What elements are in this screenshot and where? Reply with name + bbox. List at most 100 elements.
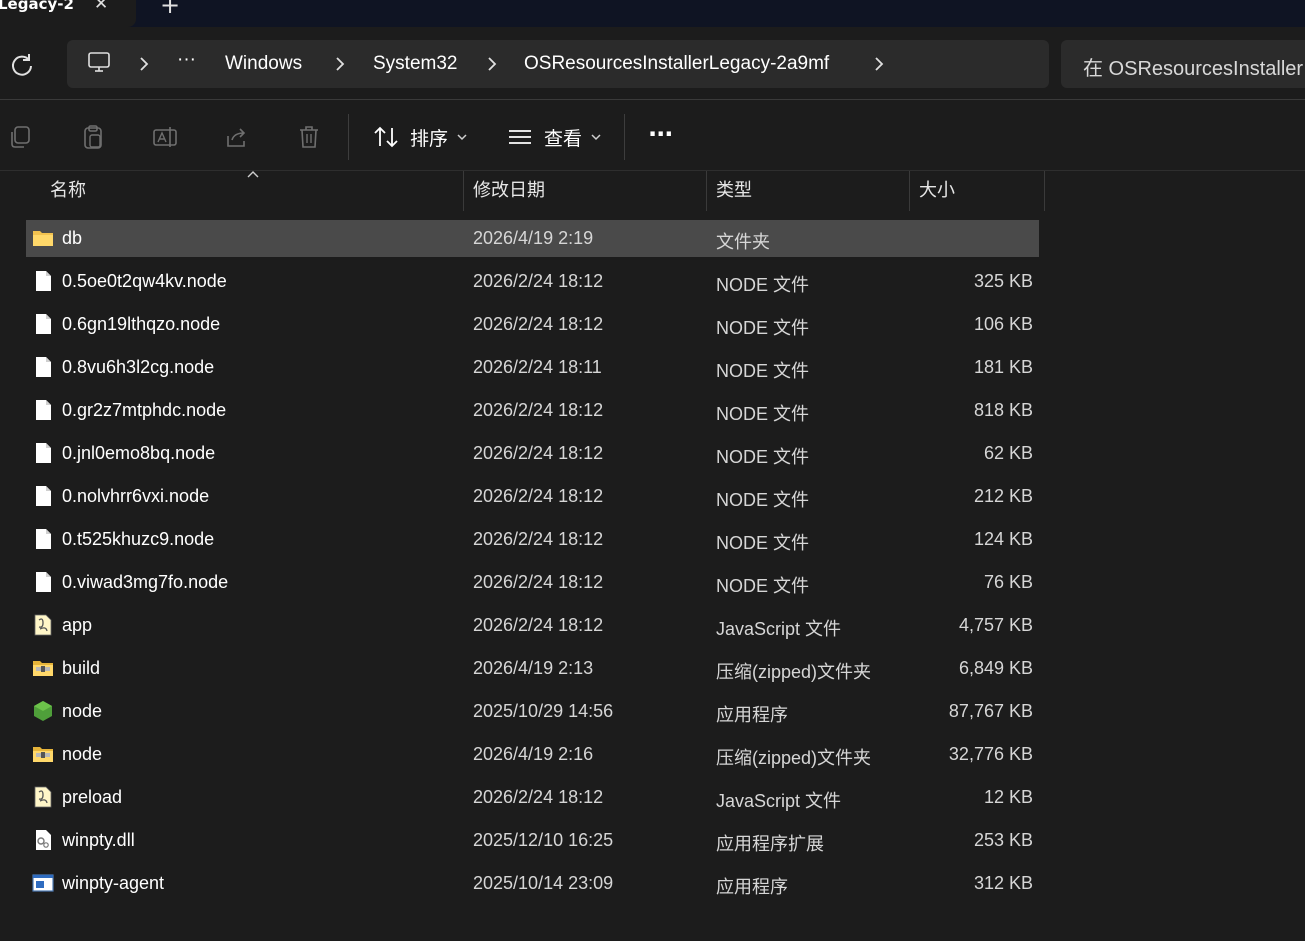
search-input[interactable]: 在 OSResourcesInstaller [1061,40,1305,88]
file-row[interactable]: build 2026/4/19 2:13 压缩(zipped)文件夹 6,849 KB [26,650,1039,687]
sort-ascending-icon [247,171,259,178]
file-row[interactable]: app 2026/2/24 18:12 JavaScript 文件 4,757 KB [26,607,1039,644]
address-bar[interactable]: ··· Windows System32 OSResourcesInstalle… [67,40,1049,88]
rename-icon[interactable] [152,124,178,150]
file-row[interactable]: 0.viwad3mg7fo.node 2026/2/24 18:12 NODE 文件… [26,564,1039,601]
file-type: 应用程序扩展 [716,834,824,854]
file-icon [32,399,54,421]
navigation-bar: ··· Windows System32 OSResourcesInstalle… [0,27,1305,99]
file-icon [32,270,54,292]
file-type: 压缩(zipped)文件夹 [716,748,872,768]
chevron-right-icon[interactable] [137,53,151,75]
file-row[interactable]: 0.nolvhrr6vxi.node 2026/2/24 18:12 NODE 文件… [26,478,1039,515]
file-type: 应用程序 [716,877,788,897]
file-name: db [62,228,83,248]
file-row[interactable]: winpty-agent 2025/10/14 23:09 应用程序 312 KB [26,865,1039,902]
this-pc-icon[interactable] [87,52,111,74]
file-modified-date: 2025/10/29 14:56 [473,701,614,721]
javascript-file-icon [32,786,54,808]
file-modified-date: 2026/2/24 18:12 [473,486,604,506]
zip-folder-icon [32,743,54,765]
file-list: 名称 修改日期 类型 大小 db 2026/4/19 2:19 文件夹 0.5oe0t… [0,171,1305,941]
file-row[interactable]: winpty.dll 2025/12/10 16:25 应用程序扩展 253 KB [26,822,1039,859]
column-divider[interactable] [463,171,464,211]
nodejs-app-icon [32,700,54,722]
file-name: 0.gr2z7mtphdc.node [62,400,227,420]
dll-file-icon [32,829,54,851]
file-name: 0.6gn19lthqzo.node [62,314,221,334]
file-type: NODE 文件 [716,318,810,338]
file-icon [32,313,54,335]
file-modified-date: 2026/2/24 18:12 [473,271,604,291]
column-header-size[interactable]: 大小 [919,171,955,211]
sort-label: 排序 [410,127,449,150]
javascript-file-icon [32,614,54,636]
file-modified-date: 2026/2/24 18:12 [473,615,604,635]
column-divider[interactable] [1044,171,1045,211]
column-header-type[interactable]: 类型 [716,171,752,211]
file-row[interactable]: 0.jnl0emo8bq.node 2026/2/24 18:12 NODE 文件 6… [26,435,1039,472]
more-options-button[interactable]: ··· [648,120,673,148]
file-modified-date: 2026/4/19 2:16 [473,744,594,764]
breadcrumb-windows[interactable]: Windows [225,53,302,75]
new-tab-button[interactable]: + [160,0,180,19]
paste-icon[interactable] [80,124,106,150]
share-icon[interactable] [224,124,250,150]
file-name: build [62,658,101,678]
file-icon [32,528,54,550]
file-icon [32,571,54,593]
column-divider[interactable] [909,171,910,211]
tab-current[interactable]: Legacy-2a ✕ [0,0,136,27]
file-row[interactable]: 0.8vu6h3l2cg.node 2026/2/24 18:11 NODE 文件 1… [26,349,1039,386]
file-size: 76 KB [983,572,1033,592]
file-size: 4,757 KB [958,615,1033,635]
column-divider[interactable] [706,171,707,211]
file-row[interactable]: node 2025/10/29 14:56 应用程序 87,767 KB [26,693,1039,730]
file-modified-date: 2026/4/19 2:13 [473,658,594,678]
folder-icon [32,227,54,249]
chevron-right-icon[interactable] [872,53,886,75]
breadcrumb-system32[interactable]: System32 [373,53,457,75]
view-button[interactable]: 查看 [506,122,602,152]
file-row[interactable]: 0.gr2z7mtphdc.node 2026/2/24 18:12 NODE 文件… [26,392,1039,429]
sort-button[interactable]: 排序 [372,122,468,152]
close-tab-icon[interactable]: ✕ [94,0,108,14]
file-name: winpty.dll [62,830,135,850]
file-modified-date: 2026/2/24 18:12 [473,314,604,334]
file-row[interactable]: 0.5oe0t2qw4kv.node 2026/2/24 18:12 NODE 文件… [26,263,1039,300]
command-bar: 排序 查看 ··· [0,99,1305,171]
tab-title: Legacy-2a [0,0,74,13]
column-header-date[interactable]: 修改日期 [473,171,545,211]
file-type: JavaScript 文件 [716,619,842,639]
file-icon [32,356,54,378]
file-modified-date: 2026/2/24 18:12 [473,787,604,807]
file-size: 32,776 KB [948,744,1033,764]
file-row[interactable]: preload 2026/2/24 18:12 JavaScript 文件 12 KB [26,779,1039,816]
file-row[interactable]: db 2026/4/19 2:19 文件夹 [26,220,1039,257]
zip-folder-icon [32,657,54,679]
file-row[interactable]: 0.t525khuzc9.node 2026/2/24 18:12 NODE 文件 1… [26,521,1039,558]
file-type: NODE 文件 [716,361,810,381]
file-modified-date: 2026/2/24 18:12 [473,400,604,420]
chevron-right-icon[interactable] [333,53,347,75]
file-row[interactable]: 0.6gn19lthqzo.node 2026/2/24 18:12 NODE 文件… [26,306,1039,343]
file-row[interactable]: node 2026/4/19 2:16 压缩(zipped)文件夹 32,776 KB [26,736,1039,773]
file-type: NODE 文件 [716,447,810,467]
search-placeholder: 在 OSResourcesInstaller [1083,58,1304,80]
file-type: NODE 文件 [716,404,810,424]
file-size: 312 KB [973,873,1033,893]
file-size: 325 KB [973,271,1033,291]
file-size: 106 KB [973,314,1033,334]
chevron-right-icon[interactable] [485,53,499,75]
toolbar-divider [624,114,625,160]
breadcrumb-current-folder[interactable]: OSResourcesInstallerLegacy-2a9mf [524,53,829,75]
column-header-name[interactable]: 名称 [50,171,86,211]
file-type: NODE 文件 [716,576,810,596]
refresh-icon[interactable] [8,51,36,79]
file-name: preload [62,787,123,807]
file-type: NODE 文件 [716,275,810,295]
view-label: 查看 [544,127,583,150]
copy-icon[interactable] [8,124,34,150]
delete-icon[interactable] [296,124,322,150]
breadcrumb-ellipsis[interactable]: ··· [177,49,196,71]
